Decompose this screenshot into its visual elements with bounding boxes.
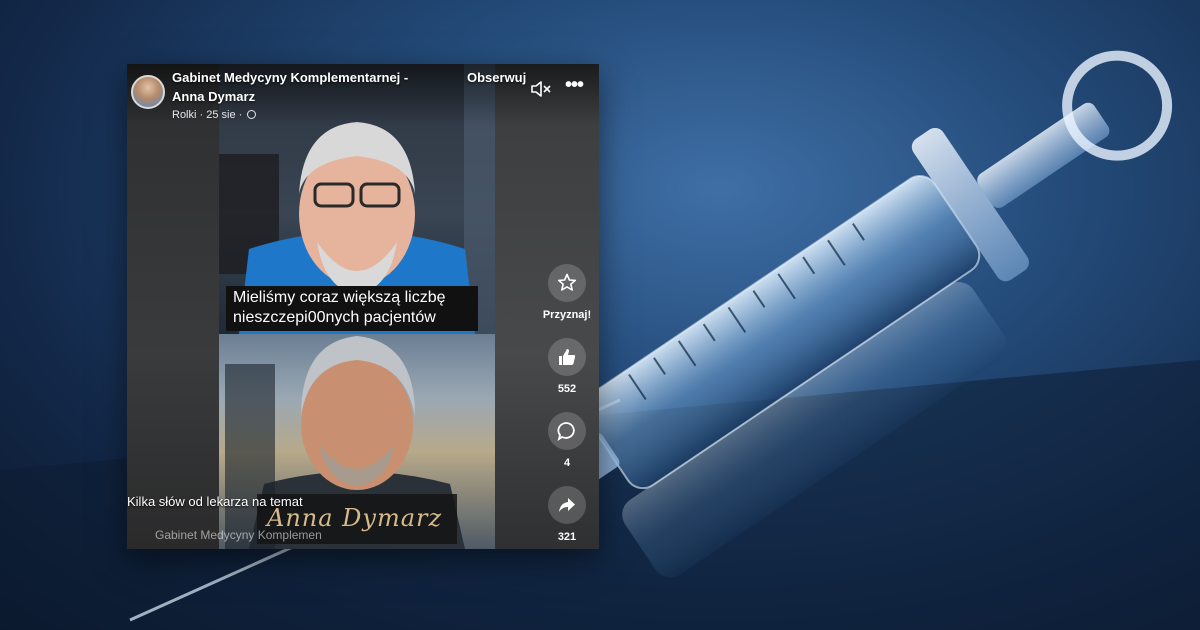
share-icon[interactable] [548, 486, 586, 524]
speaker-muted-icon[interactable] [530, 79, 552, 99]
watermark: Gabinet Medycyny Komplemen [155, 528, 322, 542]
subtitle-line-1: Mieliśmy coraz większą liczbę [233, 289, 446, 306]
award-label: Przyznaj! [542, 309, 592, 321]
like-count: 552 [557, 383, 577, 395]
reel-post-card[interactable]: Gabinet Medycyny Komplementarnej - Obser… [127, 64, 599, 549]
page-name-line2[interactable]: Anna Dymarz [172, 89, 255, 105]
star-award-icon[interactable] [548, 264, 586, 302]
post-meta: Rolki · 25 sie · [172, 108, 257, 122]
more-icon[interactable]: ••• [565, 75, 585, 96]
post-caption[interactable]: Kilka słów od lekarza na temat [127, 494, 303, 510]
subtitle-line-2: nieszczepi00nych pacjentów [233, 309, 436, 326]
post-meta-text: Rolki · 25 sie · [172, 109, 243, 121]
page-name[interactable]: Gabinet Medycyny Komplementarnej - [172, 70, 408, 86]
video-subtitle: Mieliśmy coraz większą liczbę nieszczepi… [226, 286, 478, 331]
award-action[interactable]: Przyznaj! [537, 264, 597, 321]
globe-icon [247, 110, 257, 119]
avatar[interactable] [131, 75, 165, 109]
comment-icon[interactable] [548, 412, 586, 450]
share-action[interactable]: 321 [537, 486, 597, 543]
thumbs-up-icon[interactable] [548, 338, 586, 376]
left-backdrop [127, 64, 219, 549]
share-count: 321 [557, 531, 577, 543]
post-header: Gabinet Medycyny Komplementarnej - Obser… [127, 64, 599, 126]
follow-button[interactable]: Obserwuj [467, 70, 526, 86]
like-action[interactable]: 552 [537, 338, 597, 395]
comment-count: 4 [563, 457, 571, 469]
comment-action[interactable]: 4 [537, 412, 597, 469]
